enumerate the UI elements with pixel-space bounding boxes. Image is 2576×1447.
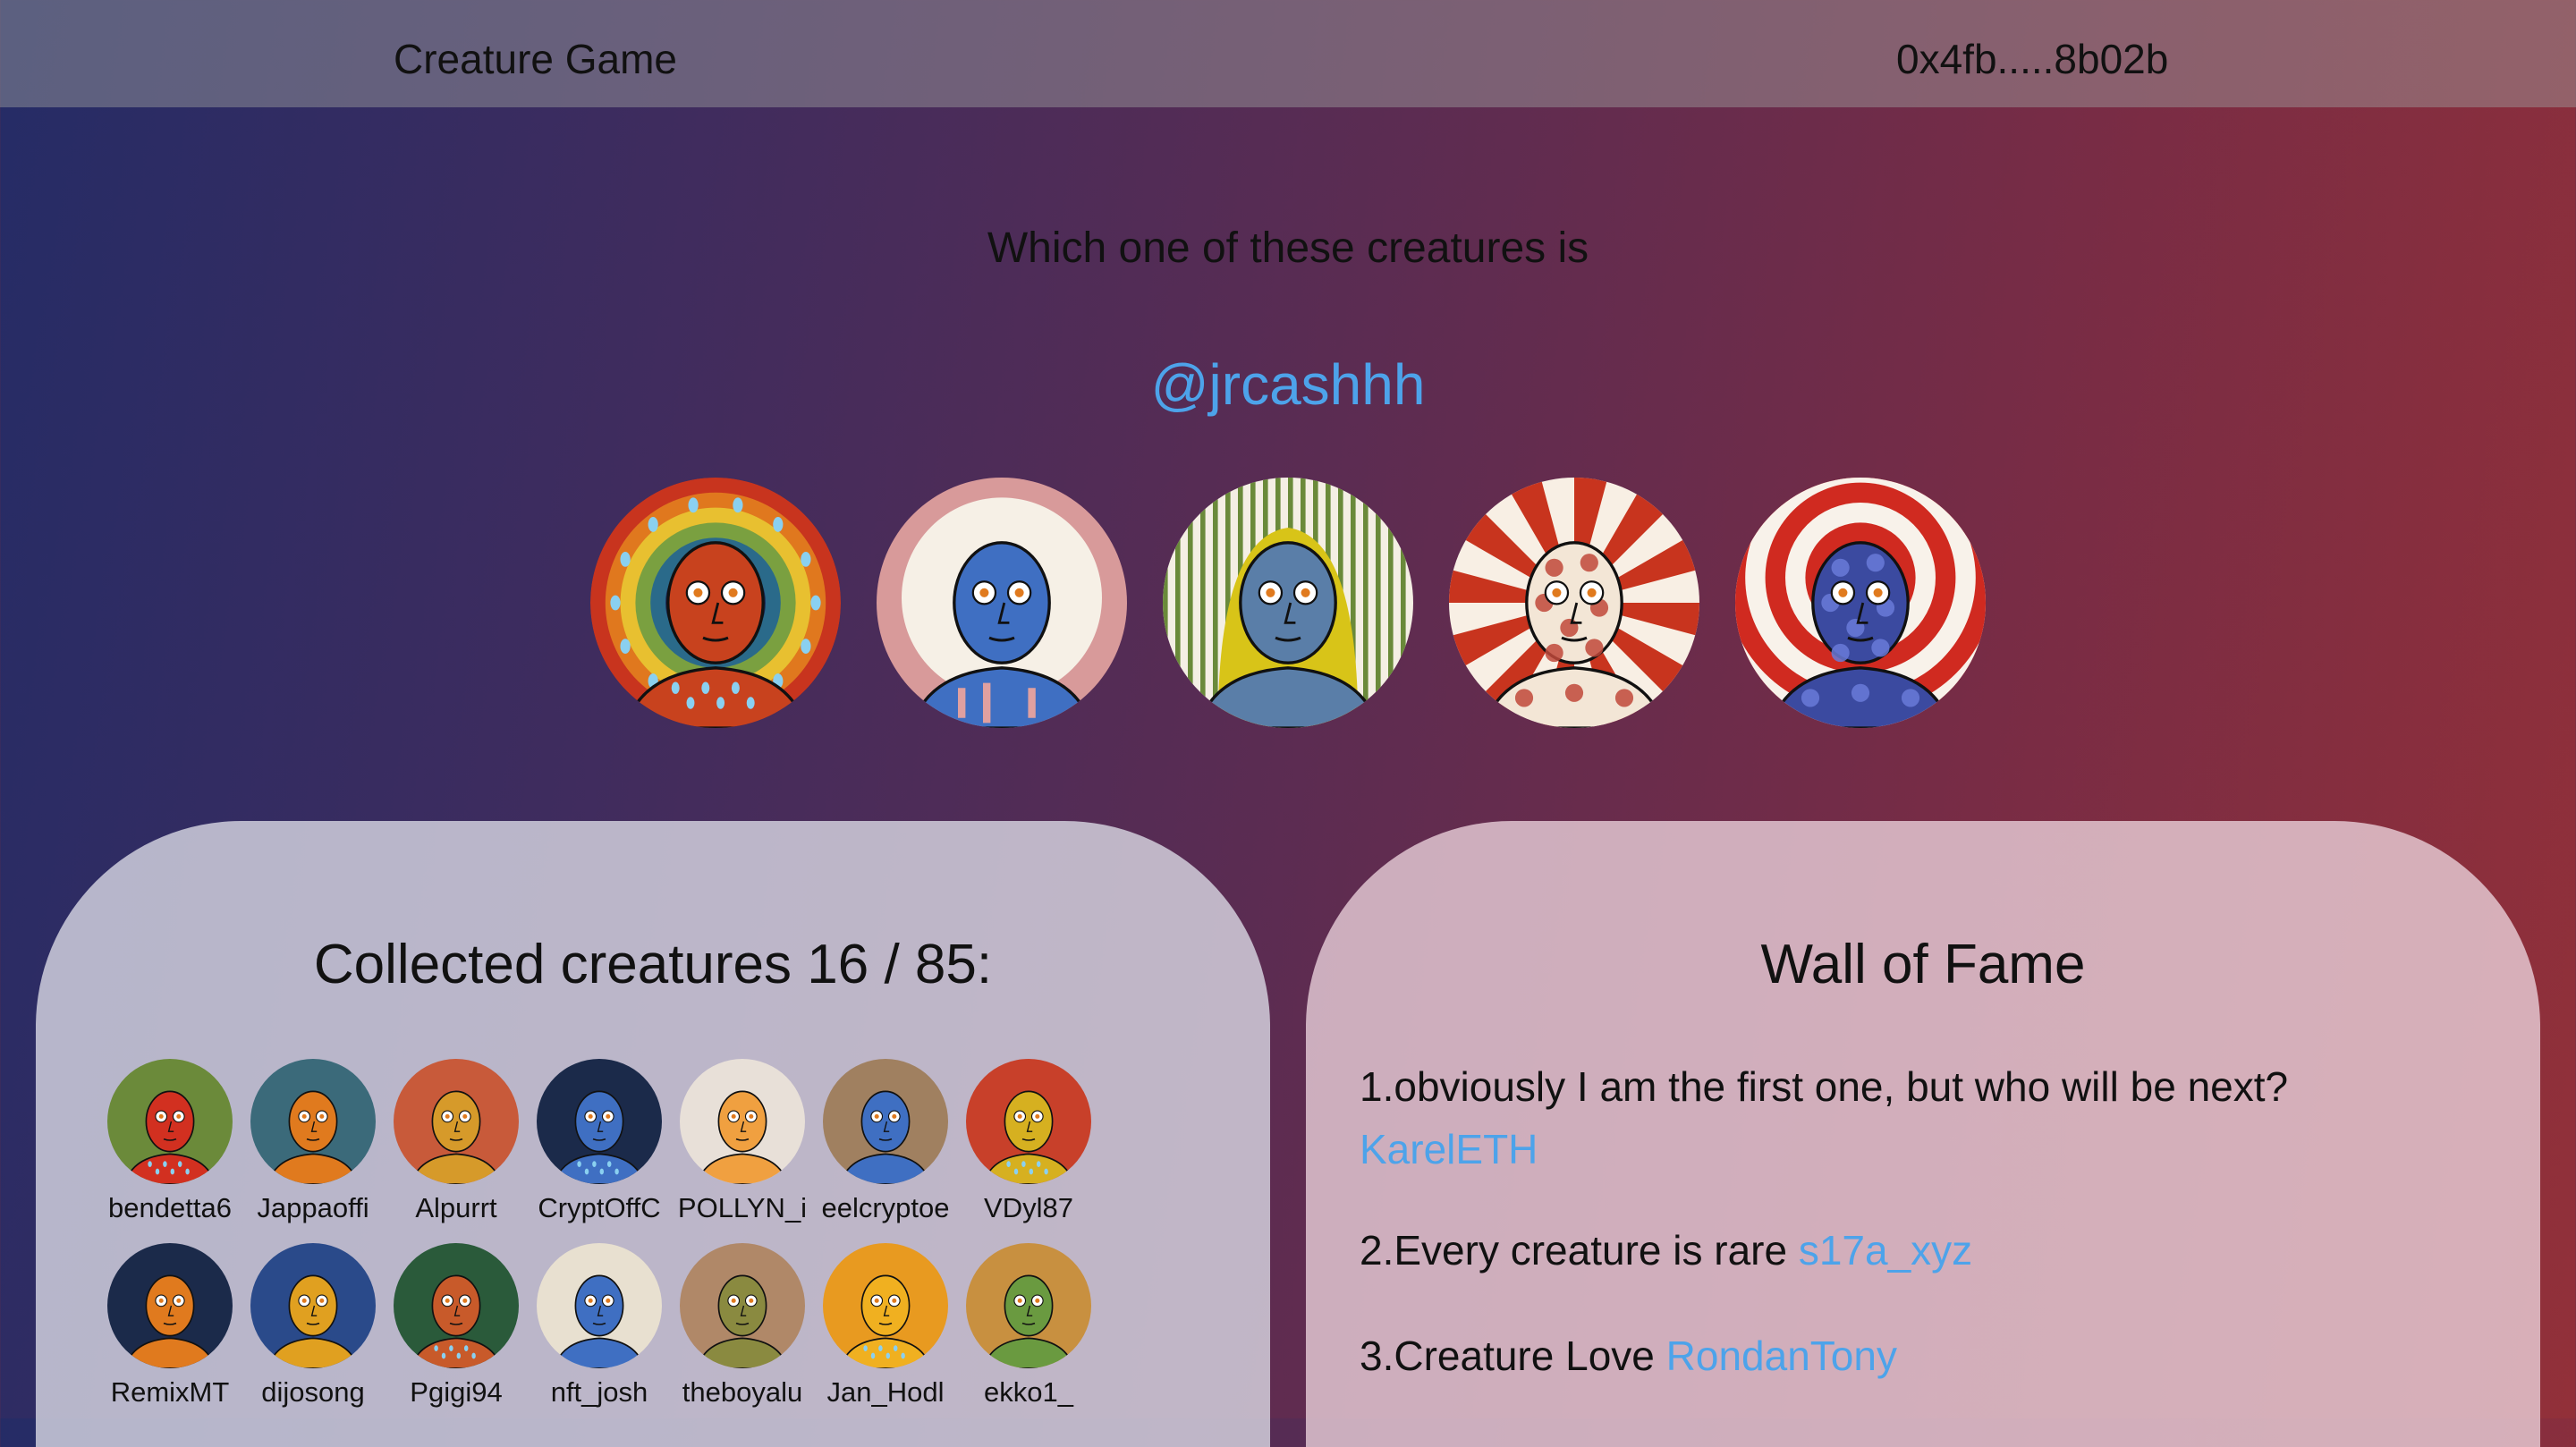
collected-creature-item: Jappaoffi [242, 1059, 385, 1225]
collected-creature-item: Alpurrt [385, 1059, 528, 1225]
fame-entry-text: 2.Every creature is rare [1360, 1227, 1788, 1274]
collected-creature-item: eelcryptoe [814, 1059, 957, 1225]
collected-creature-item: Pgigi94 [385, 1243, 528, 1409]
app-title[interactable]: Creature Game [394, 34, 677, 84]
creature-avatar[interactable] [107, 1059, 233, 1184]
fame-entry-2: 2.Every creature is rare s17a_xyz [1360, 1219, 2469, 1282]
creature-owner-label: bendetta6 [108, 1192, 232, 1223]
creature-choices [0, 478, 2576, 728]
collected-creature-item: nft_josh [528, 1243, 671, 1409]
creature-avatar[interactable] [966, 1059, 1091, 1184]
creature-owner-label: Alpurrt [415, 1192, 497, 1223]
fame-entry-text: 3.Creature Love [1360, 1333, 1655, 1379]
creature-avatar[interactable] [680, 1243, 805, 1368]
fame-entry-text: 1.obviously I am the first one, but who … [1360, 1063, 2289, 1110]
creature-owner-label: CryptOffC [538, 1192, 661, 1223]
collected-creature-item: RemixMT [98, 1243, 242, 1409]
creature-avatar[interactable] [537, 1243, 662, 1368]
creature-avatar[interactable] [250, 1059, 376, 1184]
creature-choice-1[interactable] [590, 478, 841, 728]
collected-creatures-panel: Collected creatures 16 / 85: bendetta6 Ja… [36, 821, 1270, 1447]
collected-creature-item: CryptOffC [528, 1059, 671, 1225]
creature-avatar[interactable] [680, 1059, 805, 1184]
creature-owner-label: Jappaoffi [257, 1192, 369, 1223]
creature-choice-4[interactable] [1449, 478, 1699, 728]
fame-entry-user-link[interactable]: KarelETH [1360, 1126, 1538, 1172]
creature-owner-label: VDyl87 [984, 1192, 1073, 1223]
collected-creature-item: VDyl87 [957, 1059, 1100, 1225]
collected-creature-item: POLLYN_i [671, 1059, 814, 1225]
top-bar: Creature Game 0x4fb.....8b02b [0, 0, 2576, 107]
fame-entry-user-link[interactable]: s17a_xyz [1799, 1227, 1972, 1274]
fame-entry-3: 3.Creature Love RondanTony [1360, 1324, 2469, 1387]
creature-choice-5[interactable] [1735, 478, 1986, 728]
creature-owner-label: nft_josh [550, 1376, 648, 1408]
target-handle-link[interactable]: @jrcashhh [0, 351, 2576, 419]
creature-avatar[interactable] [107, 1243, 233, 1368]
collected-creature-item: dijosong [242, 1243, 385, 1409]
collected-creatures-title: Collected creatures 16 / 85: [313, 934, 993, 995]
wall-of-fame-title: Wall of Fame [1760, 934, 2086, 995]
wall-of-fame-panel: Wall of Fame 1.obviously I am the first … [1306, 821, 2540, 1447]
creature-avatar[interactable] [823, 1059, 948, 1184]
fame-entry-1: 1.obviously I am the first one, but who … [1360, 1055, 2469, 1180]
creature-owner-label: RemixMT [110, 1376, 230, 1408]
creature-choice-3[interactable] [1163, 478, 1413, 728]
creature-avatar[interactable] [250, 1243, 376, 1368]
challenge-question: Which one of these creatures is [987, 224, 1589, 272]
collected-creature-item: bendetta6 [98, 1059, 242, 1225]
creature-owner-label: eelcryptoe [821, 1192, 950, 1223]
creature-owner-label: POLLYN_i [677, 1192, 808, 1223]
creature-owner-label: Pgigi94 [410, 1376, 503, 1408]
creature-owner-label: ekko1_ [984, 1376, 1073, 1408]
creature-owner-label: Jan_Hodl [826, 1376, 945, 1408]
creature-avatar[interactable] [394, 1243, 519, 1368]
creature-avatar[interactable] [823, 1243, 948, 1368]
creature-owner-label: dijosong [261, 1376, 365, 1408]
creature-avatar[interactable] [537, 1059, 662, 1184]
collected-creature-item: Jan_Hodl [814, 1243, 957, 1409]
collected-creature-item: ekko1_ [957, 1243, 1100, 1409]
creature-avatar[interactable] [394, 1059, 519, 1184]
creature-owner-label: theboyalu [682, 1376, 803, 1408]
wallet-address[interactable]: 0x4fb.....8b02b [1896, 34, 2168, 84]
fame-entry-user-link[interactable]: RondanTony [1666, 1333, 1897, 1379]
creature-choice-2[interactable] [877, 478, 1127, 728]
collected-creature-item: theboyalu [671, 1243, 814, 1409]
creature-avatar[interactable] [966, 1243, 1091, 1368]
